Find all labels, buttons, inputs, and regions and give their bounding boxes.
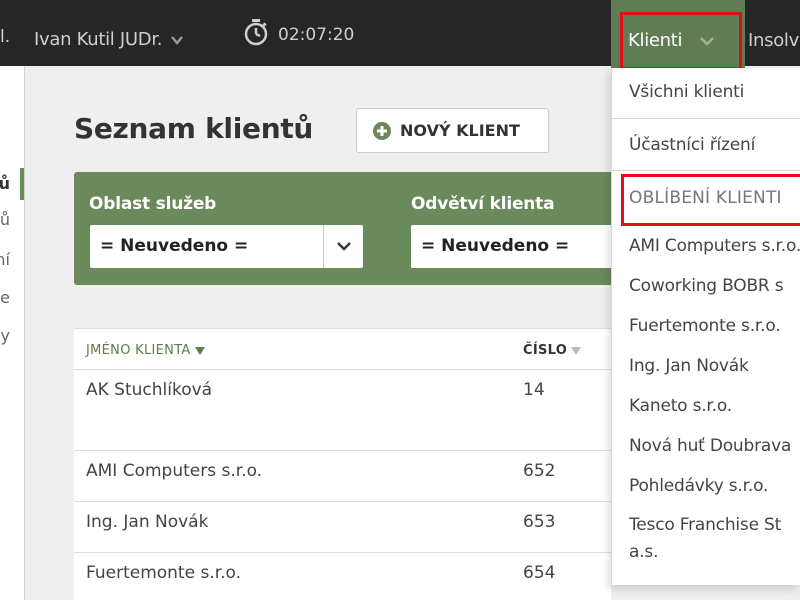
column-header-name[interactable]: JMÉNO KLIENTA <box>86 343 205 358</box>
sidebar-active-indicator <box>20 168 24 200</box>
cell-client-name: AK Stuchlíková <box>86 380 213 400</box>
sidebar-item-4[interactable]: e <box>0 288 10 307</box>
chevron-down-icon <box>337 242 351 251</box>
highlight-box-favorites <box>621 174 800 226</box>
clients-table: JMÉNO KLIENTA ČÍSLO AK Stuchlíková 14 AM… <box>74 328 611 600</box>
truncated-label: l. <box>0 27 11 47</box>
cell-client-name: Fuertemonte s.r.o. <box>86 563 242 583</box>
new-client-label: NOVÝ KLIENT <box>400 121 520 140</box>
menu-item-participants[interactable]: Účastníci řízení <box>629 135 755 155</box>
sidebar-item-3[interactable]: ní <box>0 250 10 269</box>
column-header-name-label: JMÉNO KLIENTA <box>86 343 191 358</box>
menu-item-favorite[interactable]: Coworking BOBR s <box>629 276 784 296</box>
cell-client-number: 654 <box>523 563 556 583</box>
table-row[interactable]: Fuertemonte s.r.o. 654 <box>74 552 611 600</box>
sidebar-item-2[interactable]: ů <box>0 210 10 229</box>
menu-item-favorite[interactable]: Ing. Jan Novák <box>629 356 749 376</box>
cell-client-number: 14 <box>523 380 545 400</box>
cell-client-name: Ing. Jan Novák <box>86 512 209 532</box>
page-title: Seznam klientů <box>74 112 314 145</box>
menu-divider <box>612 170 800 171</box>
select-value: = Neuvedeno = <box>421 236 570 256</box>
menu-item-favorite[interactable]: Fuertemonte s.r.o. <box>629 316 781 336</box>
select-value: = Neuvedeno = <box>100 236 249 256</box>
nav-insolvence[interactable]: Insolv <box>748 30 799 51</box>
sidebar-item-1[interactable]: ů <box>0 174 10 193</box>
timer-value: 02:07:20 <box>278 25 355 45</box>
select-odvetvi-klienta[interactable]: = Neuvedeno = <box>411 225 634 268</box>
user-menu[interactable]: Ivan Kutil JUDr. <box>34 29 184 50</box>
klienti-dropdown-menu: Všichni klienti Účastníci řízení OBLÍBEN… <box>611 68 800 585</box>
timer[interactable]: 02:07:20 <box>243 18 354 46</box>
menu-item-favorite[interactable]: Tesco Franchise St <box>629 515 781 535</box>
menu-item-favorite[interactable]: Pohledávky s.r.o. <box>629 476 768 496</box>
cell-client-number: 652 <box>523 461 556 481</box>
filter-label-oblast: Oblast služeb <box>89 194 217 214</box>
sort-icon <box>571 346 582 355</box>
column-header-number[interactable]: ČÍSLO <box>523 343 582 358</box>
chevron-down-icon <box>171 35 184 45</box>
highlight-box-klienti <box>620 12 742 70</box>
menu-divider <box>612 118 800 119</box>
menu-item-all-clients[interactable]: Všichni klienti <box>629 82 744 102</box>
select-oblast-sluzeb[interactable]: = Neuvedeno = <box>90 225 363 268</box>
new-client-button[interactable]: NOVÝ KLIENT <box>356 108 549 153</box>
menu-item-favorite-continued[interactable]: a.s. <box>629 542 658 562</box>
table-row[interactable]: AK Stuchlíková 14 <box>74 369 611 450</box>
menu-item-favorite[interactable]: Kaneto s.r.o. <box>629 396 732 416</box>
sidebar-item-5[interactable]: y <box>1 326 10 345</box>
cell-client-name: AMI Computers s.r.o. <box>86 461 263 481</box>
column-header-number-label: ČÍSLO <box>523 343 568 358</box>
plus-circle-icon <box>373 121 391 140</box>
filter-panel: Oblast služeb = Neuvedeno = Odvětví klie… <box>74 172 634 285</box>
menu-item-favorite[interactable]: AMI Computers s.r.o. <box>629 236 800 256</box>
stopwatch-icon <box>244 19 268 46</box>
select-divider <box>323 225 324 268</box>
user-name: Ivan Kutil JUDr. <box>34 29 163 50</box>
cell-client-number: 653 <box>523 512 556 532</box>
filter-label-odvetvi: Odvětví klienta <box>411 194 555 214</box>
table-row[interactable]: AMI Computers s.r.o. 652 <box>74 450 611 501</box>
sort-desc-icon <box>194 346 205 355</box>
menu-item-favorite[interactable]: Nová huť Doubrava <box>629 436 791 456</box>
table-row[interactable]: Ing. Jan Novák 653 <box>74 501 611 552</box>
sidebar: ů ů ní e y <box>0 66 25 600</box>
